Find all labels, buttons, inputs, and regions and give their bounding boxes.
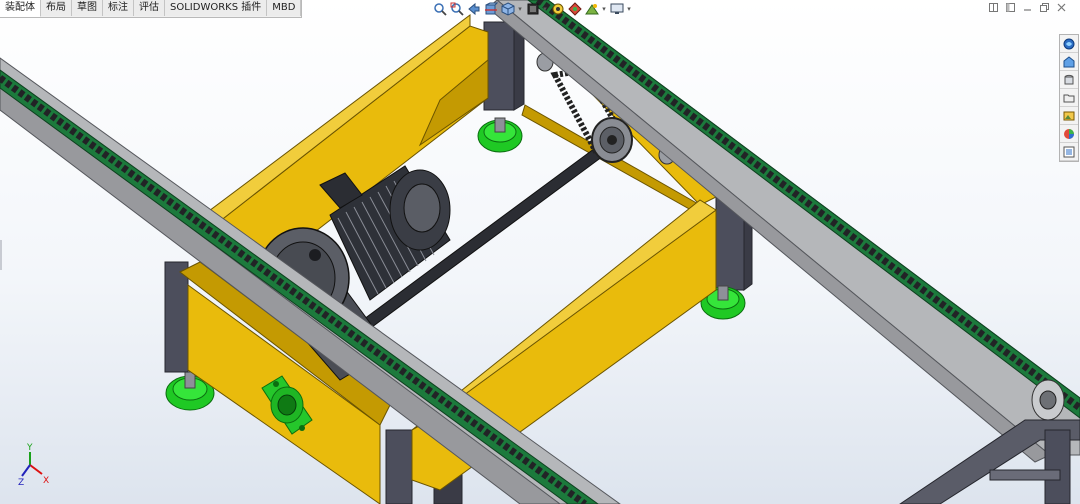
solidworks-resources-icon[interactable] bbox=[1060, 35, 1078, 53]
scene-dropdown-icon[interactable]: ▾ bbox=[601, 2, 607, 17]
task-pane bbox=[1059, 34, 1079, 162]
tab-markup[interactable]: 标注 bbox=[103, 0, 134, 16]
command-manager-tabs: 装配体 布局 草图 标注 评估 SOLIDWORKS 插件 MBD bbox=[0, 0, 303, 18]
display-style-dropdown-icon[interactable]: ▾ bbox=[542, 2, 548, 17]
section-view-icon[interactable] bbox=[483, 2, 498, 17]
split-view-icon[interactable] bbox=[1006, 3, 1015, 12]
previous-view-icon[interactable] bbox=[466, 2, 481, 17]
restore-icon[interactable] bbox=[1040, 3, 1049, 12]
tab-sketch[interactable]: 草图 bbox=[72, 0, 103, 16]
hide-show-items-icon[interactable] bbox=[550, 2, 565, 17]
tile-windows-icon[interactable] bbox=[989, 3, 998, 12]
edit-appearance-icon[interactable] bbox=[567, 2, 582, 17]
triad-z-label: Z bbox=[18, 478, 24, 488]
feature-manager-collapse-handle[interactable] bbox=[0, 240, 2, 270]
document-window-controls bbox=[989, 3, 1066, 12]
minimize-icon[interactable] bbox=[1023, 3, 1032, 12]
feature-list-icon[interactable] bbox=[1060, 143, 1078, 161]
view-settings-icon[interactable] bbox=[609, 2, 624, 17]
tab-mbd[interactable]: MBD bbox=[267, 0, 302, 16]
triad-y-label: Y bbox=[26, 443, 33, 453]
graphics-area[interactable]: Z X Y bbox=[0, 0, 1080, 504]
reference-triad: Z X Y bbox=[18, 443, 49, 488]
view-palette-icon[interactable] bbox=[1060, 89, 1078, 107]
tab-assembly[interactable]: 装配体 bbox=[0, 0, 41, 17]
appearances-scenes-icon[interactable] bbox=[1060, 107, 1078, 125]
view-orientation-dropdown-icon[interactable]: ▾ bbox=[517, 2, 523, 17]
triad-x-label: X bbox=[43, 476, 49, 486]
zoom-to-fit-icon[interactable] bbox=[432, 2, 447, 17]
front-right-leg-frame bbox=[899, 419, 1080, 504]
heads-up-view-toolbar: ▾ ▾ ▾ ▾ bbox=[432, 1, 632, 17]
tab-layout[interactable]: 布局 bbox=[41, 0, 72, 16]
apply-scene-icon[interactable] bbox=[584, 2, 599, 17]
design-library-icon[interactable] bbox=[1060, 53, 1078, 71]
view-orientation-icon[interactable] bbox=[500, 2, 515, 17]
zoom-to-area-icon[interactable] bbox=[449, 2, 464, 17]
file-explorer-icon[interactable] bbox=[1060, 71, 1078, 89]
display-style-icon[interactable] bbox=[525, 2, 540, 17]
right-chain-rail bbox=[487, 0, 1080, 463]
custom-properties-icon[interactable] bbox=[1060, 125, 1078, 143]
close-icon[interactable] bbox=[1057, 3, 1066, 12]
tab-evaluate[interactable]: 评估 bbox=[134, 0, 165, 16]
tab-solidworks-addins[interactable]: SOLIDWORKS 插件 bbox=[165, 0, 268, 16]
view-settings-dropdown-icon[interactable]: ▾ bbox=[626, 2, 632, 17]
